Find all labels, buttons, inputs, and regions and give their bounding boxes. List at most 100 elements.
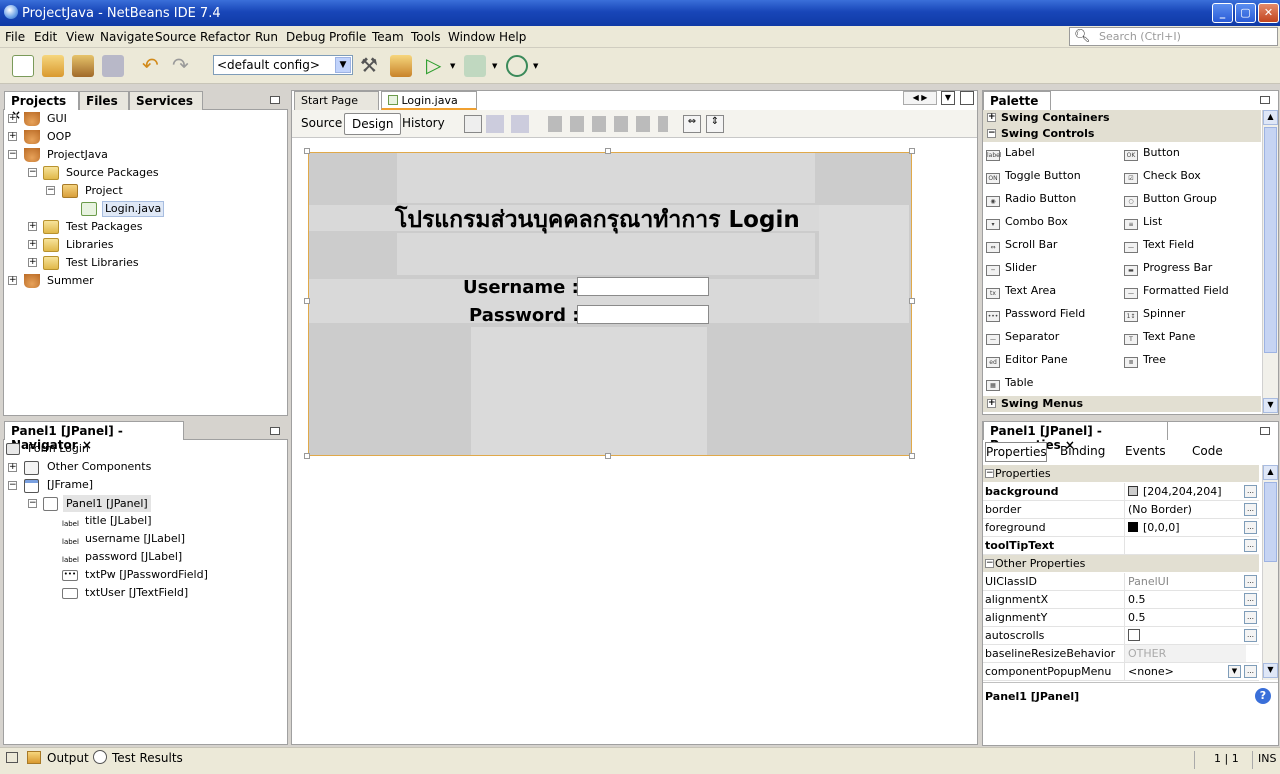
palette-item-check-box[interactable]: ☑ Check Box [1124,167,1201,185]
menu-view[interactable]: View [66,30,94,44]
maximize-button[interactable]: ▢ [1235,3,1256,23]
menu-window[interactable]: Window [448,30,495,44]
palette-category-containers[interactable]: + Swing Containers [983,110,1261,126]
scroll-down-icon[interactable]: ▼ [1263,663,1278,678]
nav-item-txtpw[interactable]: txtPw [JPasswordField] [85,566,208,584]
expand-icon[interactable]: + [28,222,37,231]
ellipsis-button[interactable]: … [1244,593,1257,606]
resize-horizontal-icon[interactable]: ⇔ [683,115,701,133]
expand-icon[interactable]: + [8,132,17,141]
save-all-icon[interactable] [102,55,124,77]
scroll-up-icon[interactable]: ▲ [1263,465,1278,480]
tab-properties-panel[interactable]: Panel1 [JPanel] - Properties × [983,421,1168,452]
ellipsis-button[interactable]: … [1244,521,1257,534]
new-file-icon[interactable] [12,55,34,77]
palette-item-button[interactable]: OK Button [1124,144,1180,162]
expand-icon[interactable]: + [28,240,37,249]
props-section-properties[interactable]: − Properties [983,465,1259,482]
minimize-panel-icon[interactable] [270,96,280,104]
close-button[interactable]: ✕ [1258,3,1279,23]
ellipsis-button[interactable]: … [1244,503,1257,516]
ellipsis-button[interactable]: … [1244,611,1257,624]
expand-icon[interactable]: + [8,276,17,285]
palette-item-label[interactable]: label Label [986,144,1035,162]
collapse-icon[interactable]: − [28,168,37,177]
tab-projects[interactable]: Projects × [4,91,79,122]
tree-item-gui[interactable]: GUI [47,110,67,128]
search-input[interactable]: 🔍︎ Search (Ctrl+I) [1069,27,1278,46]
view-source[interactable]: Source [294,113,349,135]
resize-handle[interactable] [909,148,915,154]
prop-value[interactable] [1124,537,1246,554]
expand-icon[interactable]: + [8,114,17,123]
resize-handle[interactable] [304,453,310,459]
nav-item-txtuser[interactable]: txtUser [JTextField] [85,584,188,602]
prop-value[interactable] [1124,627,1246,644]
palette-category-menus[interactable]: + Swing Menus [983,396,1261,412]
palette-item-list[interactable]: ≡ List [1124,213,1162,231]
ellipsis-button[interactable]: … [1244,665,1257,678]
menu-debug[interactable]: Debug [286,30,325,44]
prop-row-alignmentx[interactable]: alignmentX 0.5… [983,591,1259,609]
resize-handle[interactable] [909,453,915,459]
menu-refactor[interactable]: Refactor [200,30,250,44]
prop-value[interactable]: 0.5 [1124,591,1246,608]
palette-item-scroll-bar[interactable]: ⇔ Scroll Bar [986,236,1057,254]
preview-design-icon[interactable] [511,115,529,133]
ellipsis-button[interactable]: … [1244,485,1257,498]
scroll-thumb[interactable] [1264,482,1277,562]
prop-value[interactable]: [204,204,204] [1124,483,1246,500]
props-tab-binding[interactable]: Binding [1060,444,1105,458]
menu-tools[interactable]: Tools [411,30,441,44]
tab-list-icon[interactable]: ▼ [941,91,955,105]
output-tab[interactable]: Output [47,751,89,765]
palette-item-tree[interactable]: ≣ Tree [1124,351,1166,369]
palette-item-spinner[interactable]: 1↕ Spinner [1124,305,1185,323]
resize-handle[interactable] [304,298,310,304]
open-project-icon[interactable] [72,55,94,77]
form-title-label[interactable]: โปรแกรมส่วนบุคคลกรุณาทำการ Login [395,202,800,238]
autoscrolls-checkbox[interactable] [1128,629,1140,641]
prop-row-tooltiptext[interactable]: toolTipText… [983,537,1259,555]
build-icon[interactable]: ⚒ [360,55,382,77]
palette-item-password-field[interactable]: ••• Password Field [986,305,1085,323]
props-tab-events[interactable]: Events [1125,444,1166,458]
selection-mode-icon[interactable] [464,115,482,133]
menu-edit[interactable]: Edit [34,30,57,44]
palette-item-slider[interactable]: ─ Slider [986,259,1036,277]
align-icons[interactable] [548,116,668,132]
nav-item-jframe[interactable]: [JFrame] [47,476,93,494]
palette-item-text-field[interactable]: — Text Field [1124,236,1194,254]
scroll-up-icon[interactable]: ▲ [1263,110,1278,125]
tree-item-libraries[interactable]: Libraries [66,236,114,254]
restore-window-icon[interactable] [6,752,18,763]
username-field[interactable] [577,277,709,296]
tab-login-java[interactable]: Login.java × [381,91,477,120]
connection-mode-icon[interactable] [486,115,504,133]
tree-item-projectjava[interactable]: ProjectJava [47,146,108,164]
tab-navigator[interactable]: Panel1 [JPanel] - Navigator × [4,421,184,452]
palette-item-radio-button[interactable]: ◉ Radio Button [986,190,1076,208]
palette-item-table[interactable]: ▦ Table [986,374,1033,392]
palette-item-formatted-field[interactable]: — Formatted Field [1124,282,1229,300]
resize-vertical-icon[interactable]: ⇕ [706,115,724,133]
chevron-down-icon[interactable]: ▼ [450,62,455,70]
expand-icon[interactable]: + [28,258,37,267]
form-panel[interactable] [308,152,912,456]
tree-item-source-packages[interactable]: Source Packages [66,164,159,182]
palette-item-editor-pane[interactable]: ed Editor Pane [986,351,1068,369]
view-design[interactable]: Design [344,113,402,135]
test-results-tab[interactable]: Test Results [112,751,183,765]
palette-item-toggle-button[interactable]: ON Toggle Button [986,167,1081,185]
prop-row-uiclassid[interactable]: UIClassID PanelUI… [983,573,1259,591]
nav-item-password[interactable]: password [JLabel] [85,548,182,566]
collapse-icon[interactable]: − [46,186,55,195]
help-icon[interactable]: ? [1255,688,1271,704]
prop-value[interactable]: OTHER [1124,645,1246,662]
expand-icon[interactable]: + [8,463,17,472]
resize-handle[interactable] [605,148,611,154]
palette-item-separator[interactable]: — Separator [986,328,1059,346]
password-field[interactable] [577,305,709,324]
collapse-icon[interactable]: − [8,481,17,490]
collapse-icon[interactable]: − [28,499,37,508]
